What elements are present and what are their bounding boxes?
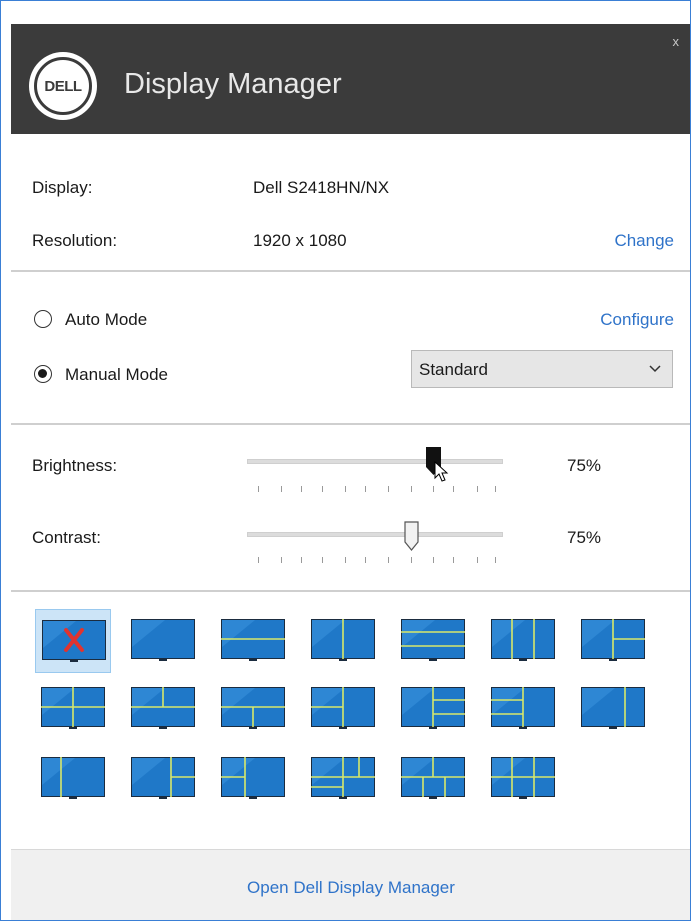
slider-tick (301, 557, 302, 563)
open-dell-display-manager-link[interactable]: Open Dell Display Manager (11, 878, 690, 898)
brightness-label: Brightness: (32, 456, 118, 475)
slider-tick (322, 557, 323, 563)
divider (11, 270, 690, 272)
monitor-icon (131, 757, 195, 799)
monitor-icon (221, 619, 285, 661)
layout-left-bottom-2[interactable] (305, 677, 381, 741)
monitor-icon (41, 757, 105, 799)
slider-tick (301, 486, 302, 492)
mouse-cursor-icon (434, 460, 450, 488)
slider-tick (495, 557, 496, 563)
monitor-icon (401, 687, 465, 729)
brightness-value: 75% (567, 456, 602, 475)
monitor-icon (581, 687, 645, 729)
slider-tick (411, 557, 412, 563)
auto-mode-label[interactable]: Auto Mode (65, 310, 147, 330)
brightness-slider-track[interactable] (247, 459, 503, 464)
auto-mode-radio[interactable] (34, 310, 52, 328)
manual-mode-radio[interactable] (34, 365, 52, 383)
layout-left-narrow[interactable] (35, 747, 111, 811)
monitor-icon (491, 687, 555, 729)
monitor-icon (491, 619, 555, 661)
monitor-icon (401, 757, 465, 799)
monitor-icon (221, 687, 285, 729)
layout-mixed-5[interactable] (305, 747, 381, 811)
app-title: Display Manager (124, 68, 342, 100)
slider-tick (322, 486, 323, 492)
contrast-label: Contrast: (32, 528, 101, 547)
layout-left-3-right[interactable] (395, 677, 471, 741)
layout-2-vertical[interactable] (305, 609, 381, 673)
slider-tick (477, 486, 478, 492)
preset-mode-value: Standard (419, 360, 488, 379)
preset-mode-dropdown[interactable]: Standard (411, 350, 673, 388)
slider-tick (345, 486, 346, 492)
slider-tick (477, 557, 478, 563)
layout-right-2-stack[interactable] (125, 747, 201, 811)
close-button[interactable]: x (673, 34, 680, 49)
dell-logo-text: DELL (34, 57, 92, 115)
divider (11, 590, 690, 592)
contrast-value: 75% (567, 528, 602, 547)
layout-mixed-5b[interactable] (395, 747, 471, 811)
display-label: Display: (32, 178, 93, 197)
slider-tick (258, 486, 259, 492)
layout-full[interactable] (125, 609, 201, 673)
slider-tick (453, 557, 454, 563)
layout-3-horizontal[interactable] (395, 609, 471, 673)
resolution-label: Resolution: (32, 231, 118, 250)
slider-tick (388, 486, 389, 492)
layout-right-3-left[interactable] (485, 677, 561, 741)
chevron-down-icon (648, 361, 662, 380)
monitor-icon (311, 619, 375, 661)
layout-4-grid[interactable] (575, 609, 651, 673)
layout-left-2-stack[interactable] (215, 747, 291, 811)
layout-right-narrow[interactable] (575, 677, 651, 741)
slider-tick (388, 557, 389, 563)
layout-t-top-2[interactable] (125, 677, 201, 741)
layout-3-vertical[interactable] (485, 609, 561, 673)
slider-tick (433, 557, 434, 563)
display-value: Dell S2418HN/NX (253, 178, 390, 197)
monitor-icon (131, 687, 195, 729)
slider-tick (281, 486, 282, 492)
slider-tick (365, 486, 366, 492)
manual-mode-label[interactable]: Manual Mode (65, 365, 168, 385)
slider-tick (345, 557, 346, 563)
monitor-icon (131, 619, 195, 661)
footer-bar: Open Dell Display Manager (11, 849, 690, 920)
monitor-icon (41, 687, 105, 729)
monitor-icon (491, 757, 555, 799)
change-resolution-link[interactable]: Change (614, 231, 674, 251)
slider-tick (453, 486, 454, 492)
layout-none[interactable] (35, 609, 111, 673)
monitor-icon (221, 757, 285, 799)
monitor-icon (42, 620, 106, 662)
slider-tick (365, 557, 366, 563)
configure-link[interactable]: Configure (600, 310, 674, 330)
monitor-icon (581, 619, 645, 661)
slider-tick (258, 557, 259, 563)
contrast-slider-thumb[interactable] (404, 521, 419, 551)
slider-tick (495, 486, 496, 492)
slider-tick (281, 557, 282, 563)
contrast-slider-track[interactable] (247, 532, 503, 537)
layout-l-left-3[interactable] (35, 677, 111, 741)
divider (11, 423, 690, 425)
layout-2-horizontal[interactable] (215, 609, 291, 673)
layout-grid-6[interactable] (485, 747, 561, 811)
title-bar: DELL Display Manager x (11, 24, 690, 134)
dell-logo: DELL (29, 52, 97, 120)
layout-t-bottom-2[interactable] (215, 677, 291, 741)
display-manager-window: DELL Display Manager x Display: Dell S24… (0, 0, 691, 921)
monitor-icon (311, 687, 375, 729)
slider-tick (411, 486, 412, 492)
monitor-icon (401, 619, 465, 661)
monitor-icon (311, 757, 375, 799)
resolution-value: 1920 x 1080 (253, 231, 347, 250)
